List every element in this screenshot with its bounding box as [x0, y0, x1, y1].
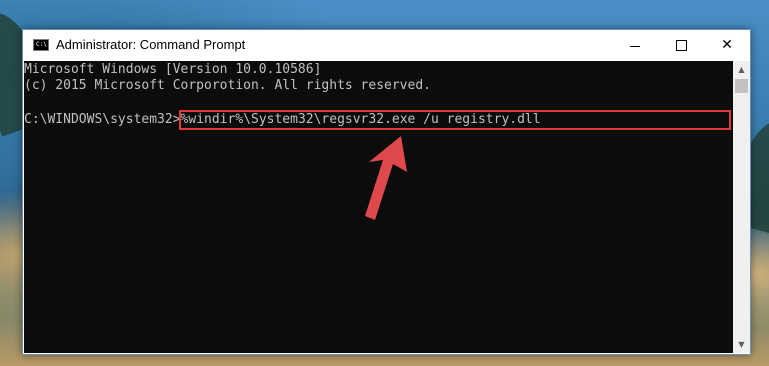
scrollbar-thumb[interactable] — [735, 79, 748, 93]
scroll-up-icon[interactable]: ▲ — [733, 61, 750, 78]
title-bar[interactable]: C:\ Administrator: Command Prompt ✕ — [23, 30, 750, 61]
minimize-button[interactable] — [612, 30, 658, 60]
annotation-arrow-icon — [365, 136, 407, 220]
command-highlight-box — [179, 110, 731, 130]
window-title: Administrator: Command Prompt — [56, 37, 246, 52]
close-icon: ✕ — [721, 37, 733, 53]
command-prompt-icon-text: C:\ — [36, 41, 47, 48]
maximize-icon — [675, 39, 687, 51]
command-prompt-icon[interactable]: C:\ — [33, 39, 49, 51]
console-line-copyright: (c) 2015 Microsoft Corporotion. All righ… — [24, 78, 431, 93]
minimize-icon — [630, 45, 640, 47]
arrow-head — [365, 136, 407, 220]
console-line-version: Microsoft Windows [Version 10.0.10586] — [24, 62, 322, 77]
desktop-background: C:\ Administrator: Command Prompt ✕ Micr… — [0, 0, 769, 366]
maximize-button[interactable] — [658, 30, 704, 60]
console-prompt: C:\WINDOWS\system32> — [24, 112, 181, 127]
vertical-scrollbar[interactable]: ▲ ▼ — [733, 61, 750, 353]
close-button[interactable]: ✕ — [704, 30, 750, 60]
scroll-down-icon[interactable]: ▼ — [733, 336, 750, 353]
